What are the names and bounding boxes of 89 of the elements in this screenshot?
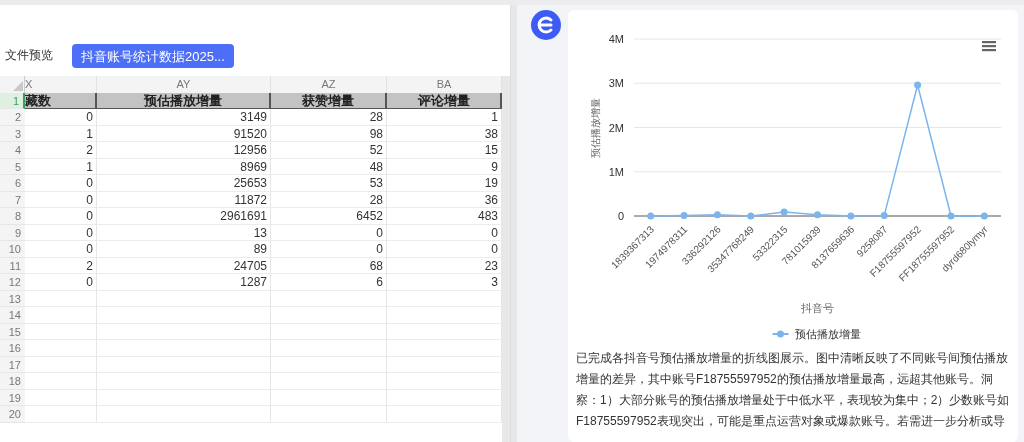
- table-cell: 0: [25, 109, 97, 126]
- row-number[interactable]: 20: [0, 406, 25, 423]
- row-number[interactable]: 12: [0, 274, 25, 291]
- table-cell: 6: [271, 274, 387, 291]
- table-cell: 91520: [97, 125, 271, 142]
- logo-icon: [531, 10, 561, 40]
- data-point: [880, 212, 888, 220]
- data-point: [747, 212, 755, 220]
- column-header[interactable]: AY: [97, 76, 271, 93]
- table-cell: 11872: [97, 191, 271, 208]
- table-cell: 13: [97, 224, 271, 241]
- empty-cell[interactable]: [271, 356, 387, 373]
- row-number[interactable]: 10: [0, 241, 25, 258]
- empty-cell[interactable]: [271, 307, 387, 324]
- column-header[interactable]: AZ: [271, 76, 387, 93]
- empty-cell[interactable]: [97, 323, 271, 340]
- table-cell: 0: [25, 175, 97, 192]
- data-point: [814, 211, 821, 219]
- data-point: [647, 212, 655, 220]
- table-cell: 0: [25, 241, 97, 258]
- table-cell: 68: [271, 257, 387, 274]
- empty-cell[interactable]: [97, 356, 271, 373]
- table-cell: 2: [25, 257, 97, 274]
- row-number[interactable]: 8: [0, 208, 25, 225]
- panel-title: 文件预览: [5, 47, 53, 64]
- empty-cell[interactable]: [97, 389, 271, 406]
- row-number[interactable]: 6: [0, 175, 25, 192]
- empty-cell[interactable]: [271, 373, 387, 390]
- empty-cell[interactable]: [97, 406, 271, 423]
- row-number[interactable]: 18: [0, 373, 25, 390]
- table-cell: 0: [25, 274, 97, 291]
- table-cell: 8969: [97, 158, 271, 175]
- scrollbar-track[interactable]: [502, 76, 510, 442]
- table-cell: 1287: [97, 274, 271, 291]
- table-cell: 0: [25, 208, 97, 225]
- table-cell: 1: [25, 125, 97, 142]
- table-cell: 0: [271, 241, 387, 258]
- x-axis-title: 抖音号: [801, 302, 834, 314]
- empty-cell[interactable]: [271, 406, 387, 423]
- row-number[interactable]: 14: [0, 307, 25, 324]
- data-point: [780, 208, 788, 216]
- row-number[interactable]: 16: [0, 340, 25, 357]
- legend-label: 预估播放增量: [794, 328, 861, 340]
- empty-cell[interactable]: [271, 340, 387, 357]
- row-number[interactable]: 2: [0, 109, 25, 126]
- table-cell: 25653: [97, 175, 271, 192]
- axis-tick-label: 1M: [608, 165, 624, 178]
- data-point: [847, 212, 855, 220]
- table-cell: 0: [271, 224, 387, 241]
- table-cell: 53: [271, 175, 387, 192]
- empty-cell[interactable]: [97, 290, 271, 307]
- table-cell: 12956: [97, 142, 271, 159]
- empty-cell[interactable]: [97, 373, 271, 390]
- table-cell: 98: [271, 125, 387, 142]
- empty-cell[interactable]: [271, 290, 387, 307]
- table-cell: 6452: [271, 208, 387, 225]
- menu-icon[interactable]: [982, 41, 996, 52]
- empty-cell[interactable]: [271, 389, 387, 406]
- table-cell: 0: [25, 191, 97, 208]
- data-point: [947, 212, 955, 220]
- table-cell: 2961691: [97, 208, 271, 225]
- table-cell: 48: [271, 158, 387, 175]
- column-header[interactable]: BA: [387, 76, 502, 93]
- axis-tick-label: 0: [617, 210, 624, 222]
- column-header[interactable]: X: [25, 76, 97, 93]
- table-cell: 24705: [97, 257, 271, 274]
- legend-item: 预估播放增量: [771, 328, 861, 340]
- file-tab-button[interactable]: 抖音账号统计数据2025...: [72, 43, 234, 68]
- data-point: [914, 81, 922, 89]
- data-point: [980, 212, 988, 220]
- data-point: [713, 211, 721, 219]
- table-cell: 0: [25, 224, 97, 241]
- table-cell: 28: [271, 191, 387, 208]
- table-cell: 28: [271, 109, 387, 126]
- row-number[interactable]: 4: [0, 142, 25, 159]
- table-cell: 89: [97, 241, 271, 258]
- table-cell: 52: [271, 142, 387, 159]
- empty-cell[interactable]: [97, 340, 271, 357]
- axis-tick-label: 2M: [608, 121, 624, 134]
- table-cell: 2: [25, 142, 97, 159]
- axis-tick-label: 3M: [608, 77, 624, 90]
- table-cell: 3149: [97, 109, 271, 126]
- message-text: 已完成各抖音号预估播放增量的折线图展示。图中清晰反映了不同账号间预估播放增量的差异，其中账号F18755597952的预估播放增量最高，远超其他账号。洞察：1）大部分账号的预估播放增量处于中低水平，表现较为集中；2）少数账号如F18755597952表现突出，可能是重点运营对象或爆款账号。若需进一步分析或导: [575, 350, 1011, 430]
- y-axis-title: 预估播放增量: [590, 97, 601, 158]
- empty-cell[interactable]: [97, 307, 271, 324]
- table-cell: 1: [25, 158, 97, 175]
- data-point: [680, 212, 688, 220]
- axis-tick-label: 4M: [608, 33, 624, 45]
- empty-cell[interactable]: [271, 323, 387, 340]
